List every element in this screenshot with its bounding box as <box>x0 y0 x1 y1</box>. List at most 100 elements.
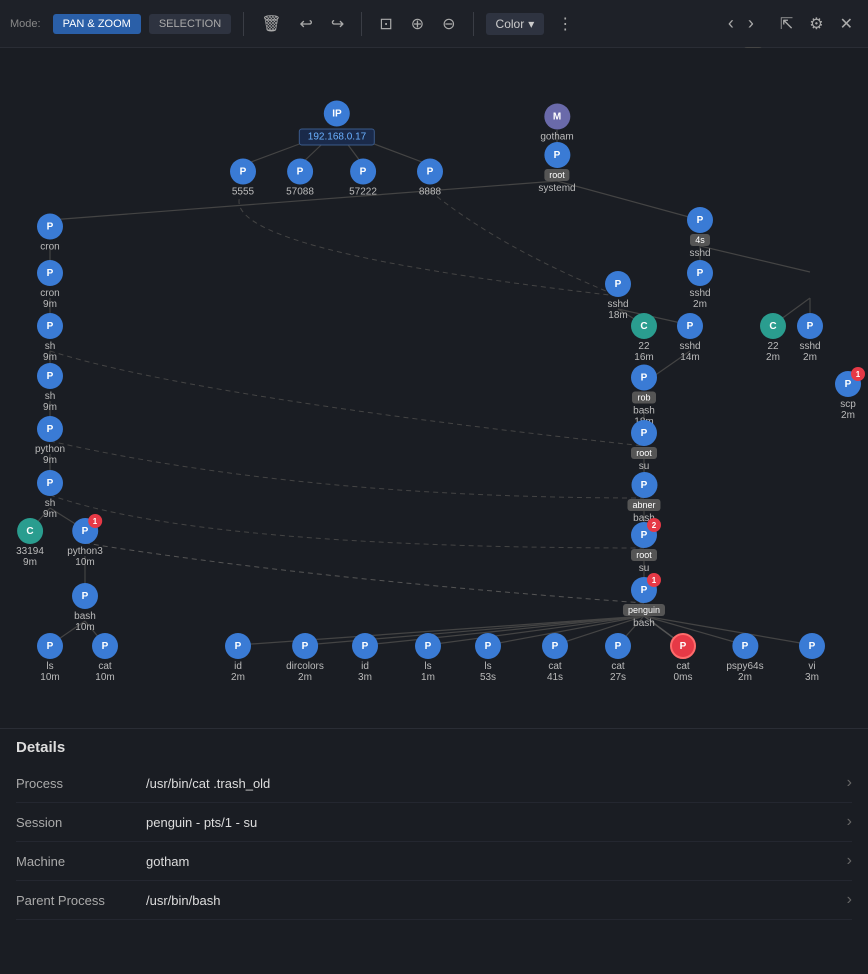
node-c22a[interactable]: C 2216m <box>631 313 657 363</box>
node-circle: P <box>415 633 441 659</box>
node-label: sshd18m <box>607 299 628 321</box>
node-label: 5555 <box>232 187 254 198</box>
delete-button[interactable]: 🗑 <box>256 12 286 36</box>
node-bash_rob[interactable]: P rob bash18m <box>631 365 657 428</box>
nav-arrows: ‹ › Next <box>723 11 759 36</box>
node-pspy[interactable]: P pspy64s2m <box>726 633 763 683</box>
node-tag: root <box>631 447 657 459</box>
node-cron2[interactable]: P cron9m <box>37 260 63 310</box>
node-label: sh9m <box>43 341 57 363</box>
node-circle: P <box>225 633 251 659</box>
node-cron1[interactable]: P cron <box>37 214 63 253</box>
node-sh3[interactable]: P sh9m <box>37 470 63 520</box>
detail-row-2[interactable]: Machine gotham › <box>16 842 852 881</box>
details-rows: Process /usr/bin/cat .trash_old › Sessio… <box>16 764 852 920</box>
selection-button[interactable]: SELECTION <box>149 14 231 34</box>
chevron-right-icon: › <box>847 813 852 831</box>
node-su_root[interactable]: P root su <box>631 420 657 472</box>
color-button[interactable]: Color ▾ <box>486 13 545 35</box>
node-sh2[interactable]: P sh9m <box>37 363 63 413</box>
fit-button[interactable]: ⊡ <box>374 12 397 36</box>
separator <box>243 12 244 36</box>
next-arrow-button[interactable]: › Next <box>743 11 759 36</box>
node-sshd2m[interactable]: P sshd2m <box>797 313 823 363</box>
node-gotham[interactable]: M gotham <box>540 104 573 143</box>
node-id2[interactable]: P id3m <box>352 633 378 683</box>
zoom-in-button[interactable]: ⊕ <box>406 12 429 36</box>
node-cat2[interactable]: P cat41s <box>542 633 568 683</box>
redo-button[interactable]: ↪ <box>326 12 349 36</box>
node-p8888[interactable]: P 8888 <box>417 159 443 198</box>
details-title: Details <box>16 739 852 756</box>
chevron-right-icon: › <box>847 774 852 792</box>
node-ls3[interactable]: P ls53s <box>475 633 501 683</box>
settings-button[interactable]: ⚙ <box>804 12 828 36</box>
node-cat3[interactable]: P cat27s <box>605 633 631 683</box>
node-vi[interactable]: P vi3m <box>799 633 825 683</box>
prev-arrow-button[interactable]: ‹ <box>723 11 739 36</box>
detail-row-1[interactable]: Session penguin - pts/1 - su › <box>16 803 852 842</box>
node-sh1[interactable]: P sh9m <box>37 313 63 363</box>
node-python1[interactable]: P python9m <box>35 416 65 466</box>
detail-row-0[interactable]: Process /usr/bin/cat .trash_old › <box>16 764 852 803</box>
detail-value: /usr/bin/bash <box>146 893 847 908</box>
node-label: bash10m <box>74 611 96 633</box>
node-p5555[interactable]: P 5555 <box>230 159 256 198</box>
node-badge: 2 <box>647 518 661 532</box>
chevron-right-icon: › <box>847 891 852 909</box>
more-options-button[interactable]: ⋮ <box>552 12 578 36</box>
zoom-out-button[interactable]: ⊖ <box>437 12 460 36</box>
node-circle: P <box>799 633 825 659</box>
undo-button[interactable]: ↩ <box>295 12 318 36</box>
detail-key: Process <box>16 776 146 791</box>
node-id[interactable]: P id2m <box>225 633 251 683</box>
node-c22b[interactable]: C 222m <box>760 313 786 363</box>
node-scp[interactable]: P1 scp2m <box>835 371 861 421</box>
node-label: sh9m <box>43 498 57 520</box>
node-badge: 1 <box>88 514 102 528</box>
node-sshd18[interactable]: P sshd18m <box>605 271 631 321</box>
node-ls_10[interactable]: P ls10m <box>37 633 63 683</box>
node-su2[interactable]: P2 root su <box>631 522 657 574</box>
node-cat_10[interactable]: P cat10m <box>92 633 118 683</box>
node-bash_pen[interactable]: P1 penguin bash <box>623 577 665 629</box>
node-py3[interactable]: P1 python310m <box>67 518 103 568</box>
node-label: sshd2m <box>689 288 710 310</box>
node-bash_abner[interactable]: P abner bash <box>627 472 660 524</box>
node-circle: P2 <box>631 522 657 548</box>
node-circle: P <box>37 470 63 496</box>
node-root1[interactable]: P root systemd <box>538 142 575 194</box>
node-dircolors[interactable]: P dircolors2m <box>286 633 324 683</box>
node-bash10[interactable]: P bash10m <box>72 583 98 633</box>
node-circle: P <box>37 214 63 240</box>
node-ls2[interactable]: P ls1m <box>415 633 441 683</box>
node-p57088[interactable]: P 57088 <box>286 159 314 198</box>
node-circle: IP <box>324 101 350 127</box>
detail-value: /usr/bin/cat .trash_old <box>146 776 847 791</box>
node-sshd22[interactable]: P sshd14m <box>677 313 703 363</box>
node-sshd_r[interactable]: P 4s sshd <box>687 207 713 259</box>
node-ip[interactable]: IP 192.168.0.17 <box>299 101 375 146</box>
node-label: scp2m <box>840 399 856 421</box>
node-tag: 4s <box>690 234 710 246</box>
toolbar: Mode: PAN & ZOOM SELECTION 🗑 ↩ ↪ ⊡ ⊕ ⊖ C… <box>0 0 868 48</box>
node-label: 57222 <box>349 187 377 198</box>
node-c_py[interactable]: C 331949m <box>16 518 44 568</box>
details-panel: Details Process /usr/bin/cat .trash_old … <box>0 728 868 930</box>
node-circle: P1 <box>835 371 861 397</box>
node-circle: P <box>475 633 501 659</box>
node-circle: P <box>37 313 63 339</box>
graph-area[interactable]: IP 192.168.0.17 M gotham P 5555 P 57088 … <box>0 48 868 728</box>
pan-zoom-button[interactable]: PAN & ZOOM <box>53 14 141 34</box>
node-circle: P <box>37 416 63 442</box>
close-button[interactable]: ✕ <box>835 12 858 36</box>
node-circle: P <box>605 633 631 659</box>
node-label: vi3m <box>805 661 819 683</box>
node-sshd_r2[interactable]: P sshd2m <box>687 260 713 310</box>
node-p57222[interactable]: P 57222 <box>349 159 377 198</box>
node-cat_red[interactable]: P cat0ms <box>670 633 696 683</box>
node-circle: P <box>631 365 657 391</box>
node-label: ls10m <box>40 661 59 683</box>
external-link-button[interactable]: ⇱ <box>775 12 798 36</box>
detail-row-3[interactable]: Parent Process /usr/bin/bash › <box>16 881 852 920</box>
